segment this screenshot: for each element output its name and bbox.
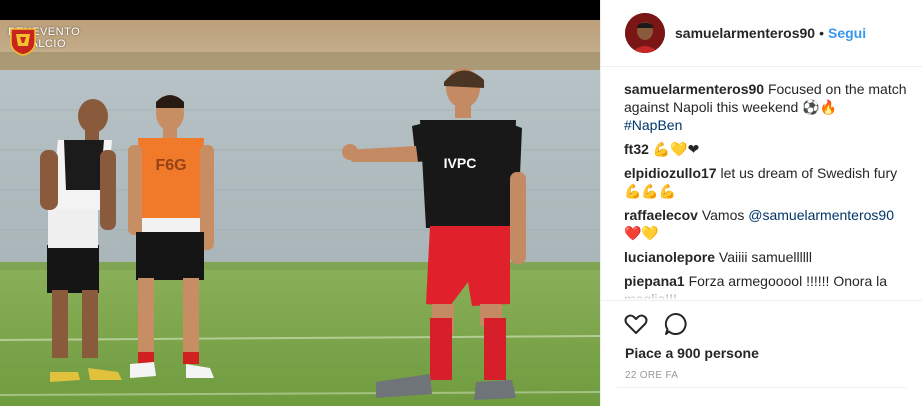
- follow-button[interactable]: Segui: [828, 25, 866, 41]
- comment-text: Vamos: [701, 207, 745, 223]
- avatar[interactable]: [625, 13, 665, 53]
- post-header: samuelarmenteros90 • Segui: [601, 0, 922, 67]
- hashtag-link[interactable]: #NapBen: [624, 116, 914, 134]
- header-separator: •: [819, 25, 824, 41]
- jersey-sponsor-text: IVPC: [444, 155, 477, 171]
- list-item: lucianolepore Vaiiii samuellllll: [624, 248, 914, 266]
- likes-count[interactable]: Piace a 900 persone: [625, 345, 759, 361]
- mention-link[interactable]: @samuelarmenteros90: [748, 207, 894, 223]
- bib-text: F6G: [155, 157, 186, 174]
- list-item: raffaelecov Vamos @samuelarmenteros90 ❤️…: [624, 206, 914, 242]
- comment-user[interactable]: raffaelecov: [624, 207, 698, 223]
- comment-icon[interactable]: [663, 311, 689, 337]
- heart-icon[interactable]: [623, 311, 649, 337]
- post-actions: Piace a 900 persone 22 ORE FA: [601, 300, 922, 406]
- post-timestamp: 22 ORE FA: [625, 370, 679, 381]
- comment-text: Vaiiii samuellllll: [718, 249, 813, 265]
- comment-text: 💪💛❤: [652, 141, 700, 157]
- list-item: elpidiozullo17 let us dream of Swedish f…: [624, 164, 914, 200]
- club-logo: BENEVENTO CALCIO: [8, 26, 80, 56]
- caption: samuelarmenteros90 Focused on the match …: [624, 80, 914, 134]
- comment-user[interactable]: elpidiozullo17: [624, 165, 717, 181]
- comment-list[interactable]: samuelarmenteros90 Focused on the match …: [624, 80, 914, 300]
- list-item: ft32 💪💛❤: [624, 140, 914, 158]
- comment-emoji: ❤️💛: [624, 225, 659, 241]
- comment-user[interactable]: ft32: [624, 141, 649, 157]
- divider: [617, 387, 907, 388]
- comment-user[interactable]: lucianolepore: [624, 249, 715, 265]
- post-photo[interactable]: F6G IVPC BENEVENTO CALCIO: [0, 0, 600, 406]
- training-scene: F6G IVPC: [0, 0, 600, 406]
- comment-user[interactable]: piepana1: [624, 273, 685, 289]
- post-sidebar: samuelarmenteros90 • Segui samuelarmente…: [600, 0, 922, 406]
- benevento-crest-icon: [10, 28, 36, 56]
- avatar-image: [625, 13, 665, 53]
- header-username[interactable]: samuelarmenteros90: [675, 25, 815, 41]
- scroll-fade: [624, 288, 914, 300]
- comment-user[interactable]: samuelarmenteros90: [624, 81, 764, 97]
